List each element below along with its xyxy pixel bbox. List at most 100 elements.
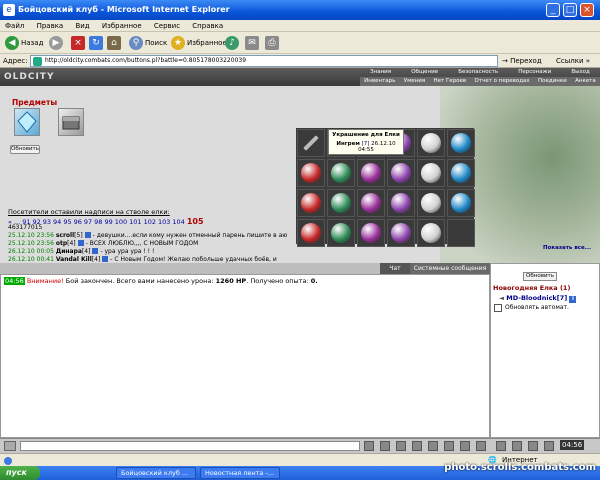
log-nick[interactable]: Динара: [56, 248, 82, 255]
link-security[interactable]: Безопасность: [458, 68, 498, 77]
link-profile[interactable]: Анкета: [575, 77, 596, 86]
links-button[interactable]: Ссылки »: [556, 54, 590, 68]
watermark: photo.scrolls.combats.com: [444, 462, 596, 473]
log-nick[interactable]: otp: [56, 240, 67, 247]
arrow-icon: ◄: [499, 294, 504, 302]
forward-button[interactable]: ▶: [46, 34, 66, 52]
link-heroes[interactable]: Нет Героев: [433, 77, 466, 86]
ornament-cell[interactable]: [297, 189, 325, 217]
link-transfers[interactable]: Отчет о переводах: [475, 77, 530, 86]
filter-icon[interactable]: [396, 441, 406, 451]
ornament-cell[interactable]: [447, 159, 475, 187]
send-icon[interactable]: [364, 441, 374, 451]
ornament-cell[interactable]: [447, 219, 475, 247]
ornament-cell[interactable]: [357, 159, 385, 187]
ornament-cell[interactable]: [447, 189, 475, 217]
ornament-cell[interactable]: [327, 189, 355, 217]
ornament-icon: [451, 163, 471, 183]
link-skills[interactable]: Умения: [404, 77, 425, 86]
search-button[interactable]: ⚲ Поиск: [126, 34, 170, 52]
task-combats[interactable]: Бойцовский клуб ...: [116, 467, 196, 479]
link-exit[interactable]: Выход: [571, 68, 590, 77]
stop-button[interactable]: ×: [68, 34, 88, 52]
show-all-link[interactable]: Показать все...: [543, 245, 591, 251]
ornament-cell[interactable]: [417, 189, 445, 217]
maximize-button[interactable]: □: [563, 3, 577, 17]
mail-button[interactable]: ✉: [242, 34, 262, 52]
ornament-cell[interactable]: [357, 219, 385, 247]
info-icon[interactable]: [84, 232, 91, 239]
ornament-cell[interactable]: [387, 189, 415, 217]
clear-icon[interactable]: [380, 441, 390, 451]
item-crystal[interactable]: [14, 108, 40, 136]
link-battles[interactable]: Поединки: [538, 77, 567, 86]
ornament-cell[interactable]: [387, 219, 415, 247]
media-button[interactable]: ♪: [222, 34, 242, 52]
log-nick[interactable]: Vandal Kill: [56, 256, 92, 263]
link-knowledge[interactable]: Знания: [370, 68, 391, 77]
menu-tools[interactable]: Сервис: [149, 20, 185, 32]
ornament-cell[interactable]: [417, 129, 445, 157]
back-label: Назад: [21, 39, 44, 47]
refresh-room-button[interactable]: Обновить: [523, 272, 557, 281]
ornament-cell[interactable]: [297, 159, 325, 187]
friends-icon[interactable]: [512, 441, 522, 451]
ornament-cell[interactable]: [297, 219, 325, 247]
tab-chat[interactable]: Чат: [380, 263, 410, 274]
ornament-cell[interactable]: [447, 129, 475, 157]
private-icon[interactable]: [476, 441, 486, 451]
favorites-button[interactable]: ★ Избранное: [168, 34, 230, 52]
ornament-cell[interactable]: [417, 159, 445, 187]
ornament-cell[interactable]: [357, 189, 385, 217]
exit-icon[interactable]: [496, 441, 506, 451]
translit-icon[interactable]: [444, 441, 454, 451]
ornament-cell[interactable]: [417, 219, 445, 247]
chat-time: 04:56: [4, 277, 25, 285]
info-icon[interactable]: [92, 248, 99, 255]
menu-favorites[interactable]: Избранное: [97, 20, 147, 32]
close-button[interactable]: ×: [580, 3, 594, 17]
ornament-cell[interactable]: [387, 159, 415, 187]
home-button[interactable]: ⌂: [104, 34, 124, 52]
link-chat[interactable]: Общение: [411, 68, 438, 77]
back-button[interactable]: ◀ Назад: [2, 34, 46, 52]
map-icon[interactable]: [528, 441, 538, 451]
player-entry[interactable]: ◄ MD-Bloodnick[7] i: [499, 294, 577, 303]
address-input[interactable]: http://oldcity.combats.com/buttons.pl?ba…: [30, 55, 498, 67]
menu-file[interactable]: Файл: [0, 20, 29, 32]
ornament-cell[interactable]: [297, 129, 325, 157]
sound-icon[interactable]: [428, 441, 438, 451]
info-icon[interactable]: [102, 256, 109, 263]
chat-input-bar: 04:56: [0, 438, 600, 453]
site-logo[interactable]: OLDCITY: [4, 68, 54, 86]
item-chest[interactable]: [58, 108, 84, 136]
chat-damage: 1260 HP: [215, 277, 247, 285]
link-characters[interactable]: Персонажи: [518, 68, 551, 77]
log-nick[interactable]: scroll: [56, 232, 74, 239]
refresh-icon: ↻: [89, 36, 103, 50]
info-icon[interactable]: i: [569, 296, 577, 303]
refresh-items-button[interactable]: Обновить: [10, 145, 40, 154]
minimize-button[interactable]: _: [546, 3, 560, 17]
tab-system-messages[interactable]: Системные сообщения: [410, 263, 490, 274]
go-button[interactable]: → Переход: [502, 54, 542, 68]
menu-view[interactable]: Вид: [70, 20, 94, 32]
start-button[interactable]: пуск: [0, 466, 40, 480]
ornament-cell[interactable]: [327, 159, 355, 187]
info-icon[interactable]: [77, 240, 84, 247]
smiles-icon[interactable]: [460, 441, 470, 451]
sword-icon: [303, 135, 319, 151]
print-button[interactable]: ⎙: [262, 34, 282, 52]
ornament-icon: [391, 163, 411, 183]
auto-refresh-checkbox[interactable]: [494, 304, 502, 312]
link-inventory[interactable]: Инвентарь: [364, 77, 395, 86]
chat-input[interactable]: [20, 441, 360, 451]
options-icon[interactable]: [544, 441, 554, 451]
refresh-button[interactable]: ↻: [86, 34, 106, 52]
task-news[interactable]: Новостная лента -...: [200, 467, 280, 479]
ornament-cell[interactable]: [327, 219, 355, 247]
menu-edit[interactable]: Правка: [32, 20, 69, 32]
settings-icon[interactable]: [412, 441, 422, 451]
smiley-icon[interactable]: [4, 441, 16, 451]
menu-help[interactable]: Справка: [187, 20, 228, 32]
